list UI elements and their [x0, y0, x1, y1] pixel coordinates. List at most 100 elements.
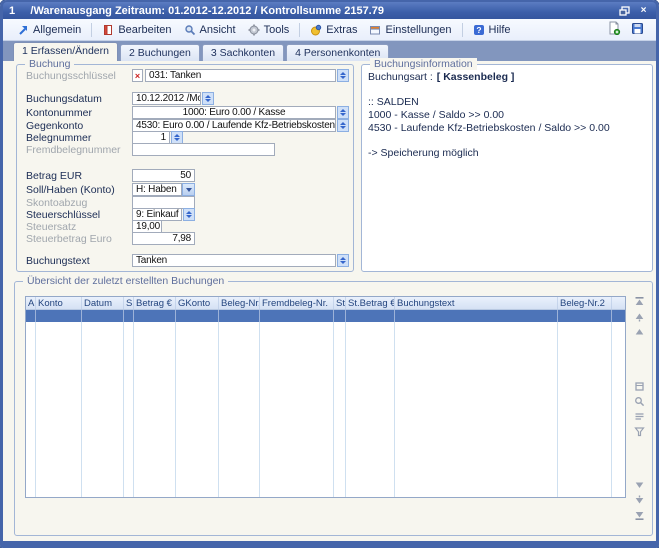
field-label: Kontonummer — [26, 107, 132, 119]
status-text: -> Speicherung möglich — [368, 147, 647, 160]
tab-buchungen[interactable]: 2 Buchungen — [120, 44, 200, 61]
field-label: Buchungstext — [26, 255, 132, 267]
search-icon[interactable] — [634, 396, 645, 407]
field-label: Buchungsdatum — [26, 93, 132, 105]
fremdbelegnummer-field[interactable] — [132, 143, 275, 156]
field-label: Skontoabzug — [26, 197, 132, 209]
buchungsschluessel-combobox[interactable]: 031: Tanken — [145, 69, 336, 82]
menu-label: Bearbeiten — [118, 24, 171, 36]
close-icon[interactable]: × — [637, 5, 650, 17]
page-down-icon[interactable] — [634, 495, 645, 506]
buchungsart-value: [ Kassenbeleg ] — [437, 71, 515, 84]
menu-allgemein[interactable]: Allgemein — [11, 22, 87, 38]
extras-icon — [310, 24, 322, 36]
buchungsart-label: Buchungsart : — [368, 71, 433, 84]
svg-text:?: ? — [476, 25, 481, 35]
menu-label: Extras — [326, 24, 357, 36]
new-document-icon[interactable] — [607, 21, 621, 38]
tools-icon — [248, 24, 260, 36]
row-down-icon[interactable] — [634, 480, 645, 491]
field-label: Steuerbetrag Euro — [26, 233, 132, 245]
spinner-icon[interactable] — [202, 92, 214, 105]
column-header[interactable]: Fremdbeleg-Nr. — [260, 297, 334, 309]
first-row-icon[interactable] — [634, 296, 645, 307]
buchung-groupbox: Buchung Buchungsschlüssel × 031: Tanken … — [16, 64, 354, 272]
column-header[interactable]: GKonto — [176, 297, 219, 309]
column-header[interactable]: S — [124, 297, 134, 309]
field-label: Gegenkonto — [26, 120, 132, 132]
buchungsinformation-groupbox: Buchungsinformation Buchungsart : [ Kass… — [361, 64, 653, 272]
column-header[interactable]: Betrag € — [134, 297, 176, 309]
menu-separator — [91, 23, 92, 37]
dropdown-icon[interactable] — [182, 183, 195, 196]
column-header[interactable]: Beleg-Nr.2 — [558, 297, 612, 309]
filter-icon[interactable] — [634, 426, 645, 437]
buchungen-grid: A Konto Datum S Betrag € GKonto Beleg-Nr… — [25, 296, 626, 498]
grid-nav-strip — [632, 296, 647, 521]
saldo-line: 4530 - Laufende Kfz-Betriebskosten / Sal… — [368, 122, 647, 135]
spinner-icon[interactable] — [337, 106, 349, 119]
index-icon[interactable] — [634, 411, 645, 422]
tab-band: 1 Erfassen/Ändern 2 Buchungen 3 Sachkont… — [3, 41, 656, 61]
column-header[interactable]: Datum — [82, 297, 124, 309]
column-header[interactable]: Beleg-Nr. — [219, 297, 260, 309]
save-icon[interactable] — [631, 22, 644, 38]
field-label: Steuerschlüssel — [26, 209, 132, 221]
tab-sachkonten[interactable]: 3 Sachkonten — [202, 44, 284, 61]
steuerbetrag-field[interactable]: 7,98 — [132, 232, 195, 245]
view-icon — [184, 24, 196, 36]
field-label: Fremdbelegnummer — [26, 144, 132, 156]
column-header[interactable]: A — [26, 297, 36, 309]
menu-bearbeiten[interactable]: Bearbeiten — [96, 22, 177, 38]
column-header[interactable]: Konto — [36, 297, 82, 309]
clear-field-icon[interactable]: × — [132, 69, 143, 82]
saldo-line: 1000 - Kasse / Saldo >> 0.00 — [368, 109, 647, 122]
field-label: Buchungsschlüssel — [26, 70, 132, 82]
grid-body[interactable] — [26, 322, 625, 497]
selected-row[interactable] — [26, 310, 625, 322]
menu-hilfe[interactable]: ? Hilfe — [467, 22, 517, 38]
betrag-eur-field[interactable]: 50 — [132, 169, 195, 182]
field-label: Soll/Haben (Konto) — [26, 184, 132, 196]
groupbox-legend: Übersicht der zuletzt erstellten Buchung… — [23, 275, 228, 287]
settings-icon — [369, 24, 381, 36]
field-label: Steuersatz — [26, 221, 132, 233]
soll-haben-combobox[interactable]: H: Haben — [132, 183, 182, 196]
tab-page: Buchung Buchungsschlüssel × 031: Tanken … — [3, 61, 656, 541]
grid-form-icon[interactable] — [634, 381, 645, 392]
menu-label: Einstellungen — [385, 24, 451, 36]
buchungsdatum-field[interactable]: 10.12.2012 /Mo — [132, 92, 201, 105]
menu-ansicht[interactable]: Ansicht — [178, 22, 242, 38]
column-header[interactable]: St.Betrag € — [346, 297, 395, 309]
salden-header: :: SALDEN — [368, 96, 647, 109]
buchungstext-combobox[interactable]: Tanken — [132, 254, 336, 267]
spinner-icon[interactable] — [337, 69, 349, 82]
kontonummer-combobox[interactable]: 1000: Euro 0.00 / Kasse — [132, 106, 336, 119]
title-bar: 1 /Warenausgang Zeitraum: 01.2012-12.201… — [3, 2, 656, 19]
menu-separator — [462, 23, 463, 37]
restore-icon[interactable] — [618, 5, 631, 17]
last-row-icon[interactable] — [634, 510, 645, 521]
menu-tools[interactable]: Tools — [242, 22, 296, 38]
menu-extras[interactable]: Extras — [304, 22, 363, 38]
menu-label: Tools — [264, 24, 290, 36]
app-window: 1 /Warenausgang Zeitraum: 01.2012-12.201… — [0, 0, 659, 548]
column-header[interactable]: Buchungstext — [395, 297, 558, 309]
row-up-icon[interactable] — [634, 326, 645, 337]
edit-icon — [102, 24, 114, 36]
help-icon: ? — [473, 24, 485, 36]
spinner-icon[interactable] — [183, 208, 195, 221]
spinner-icon[interactable] — [337, 119, 349, 132]
buchungsinformation-text: Buchungsart : [ Kassenbeleg ] :: SALDEN … — [368, 71, 647, 266]
column-header[interactable]: St — [334, 297, 346, 309]
spinner-icon[interactable] — [337, 254, 349, 267]
column-header-filler — [612, 297, 625, 309]
menu-label: Hilfe — [489, 24, 511, 36]
menu-label: Ansicht — [200, 24, 236, 36]
menu-bar: Allgemein Bearbeiten Ansicht Tools Extra… — [3, 19, 656, 41]
field-label: Betrag EUR — [26, 170, 132, 182]
groupbox-legend: Buchungsinformation — [370, 58, 477, 70]
menu-label: Allgemein — [33, 24, 81, 36]
menu-einstellungen[interactable]: Einstellungen — [363, 22, 457, 38]
page-up-icon[interactable] — [634, 311, 645, 322]
